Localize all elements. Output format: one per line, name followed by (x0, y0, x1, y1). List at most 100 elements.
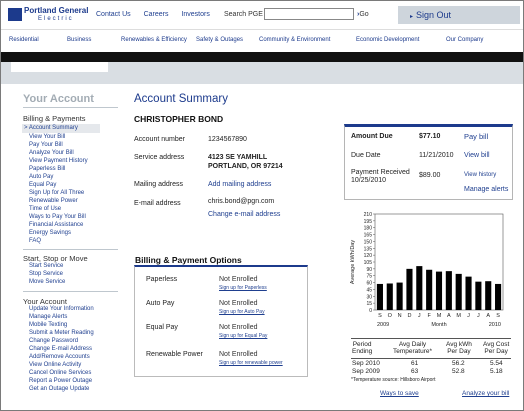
account-number-label: Account number (134, 136, 185, 143)
x-tick-label: J (467, 313, 470, 319)
sidebar-item-time-of-use[interactable]: Time of Use (29, 206, 61, 212)
add-mailing-address-link[interactable]: Add mailing address (208, 181, 271, 188)
sign-out-label: Sign Out (416, 10, 452, 20)
manage-alerts-link[interactable]: Manage alerts (464, 186, 508, 193)
view-bill-link[interactable]: View bill (464, 152, 490, 159)
y-tick-label: 15 (366, 301, 372, 307)
logo-mark-icon (8, 8, 22, 21)
view-history-link[interactable]: View history (464, 172, 496, 178)
sign-out-button[interactable]: ▸ Sign Out (398, 6, 520, 24)
table-header-rule (351, 358, 511, 359)
y-tick-label: 150 (364, 239, 373, 245)
sidebar-heading-billing: Billing & Payments (23, 114, 86, 123)
bar (426, 269, 433, 310)
service-address-line1: 4123 SE YAMHILL (208, 154, 268, 161)
ways-to-save-link[interactable]: Ways to save (380, 390, 419, 397)
sidebar-item-sign-up-all[interactable]: Sign Up for All Three (29, 190, 84, 196)
sidebar-item-analyze-bill[interactable]: Analyze Your Bill (29, 150, 74, 156)
logo-subtext: Electric (38, 16, 74, 22)
bar (485, 281, 492, 310)
banner-band (1, 62, 523, 84)
nav-renewables[interactable]: Renewables & Efficiency (121, 37, 187, 43)
sidebar-item-move-service[interactable]: Move Service (29, 279, 65, 285)
change-email-link[interactable]: Change e-mail address (208, 211, 280, 218)
careers-link[interactable]: Careers (144, 11, 169, 18)
sidebar-item-energy-savings[interactable]: Energy Savings (29, 230, 71, 236)
sidebar-item-paperless[interactable]: Paperless Bill (29, 166, 65, 172)
y-axis-label: Average kWh/Day (350, 240, 356, 284)
utility-links: Contact Us Careers Investors (96, 11, 221, 18)
equal-pay-signup-link[interactable]: Sign up for Equal Pay (219, 333, 267, 339)
sidebar-item-account-summary[interactable]: > Account Summary (22, 124, 100, 133)
sidebar-item-update-info[interactable]: Update Your Information (29, 306, 94, 312)
sidebar-item-pay-bill[interactable]: Pay Your Bill (29, 142, 63, 148)
sidebar-item-meter-reading[interactable]: Submit a Meter Reading (29, 330, 94, 336)
sidebar-item-stop-service[interactable]: Stop Service (29, 271, 63, 277)
investors-link[interactable]: Investors (181, 11, 209, 18)
equal-pay-status: Not Enrolled (219, 324, 258, 331)
x-tick-label: S (378, 313, 382, 319)
search-go-button[interactable]: ›Go (357, 11, 369, 18)
bar (455, 273, 462, 310)
nav-our-company[interactable]: Our Company (446, 37, 483, 43)
pay-bill-link[interactable]: Pay bill (464, 132, 488, 141)
renewable-power-label: Renewable Power (146, 351, 203, 358)
banner-notch (11, 62, 108, 72)
due-date-value: 11/21/2010 (419, 152, 454, 159)
sidebar-item-ways-to-pay[interactable]: Ways to Pay Your Bill (29, 214, 86, 220)
sidebar-item-equal-pay[interactable]: Equal Pay (29, 182, 56, 188)
sidebar-item-view-bill[interactable]: View Your Bill (29, 134, 65, 140)
sidebar-item-change-password[interactable]: Change Password (29, 338, 78, 344)
email-value: chris.bond@pgn.com (208, 198, 275, 205)
sidebar-item-faq[interactable]: FAQ (29, 238, 41, 244)
renewable-power-signup-link[interactable]: Sign up for renewable power (219, 360, 283, 366)
payment-amount-value: $89.00 (419, 172, 441, 179)
nav-safety[interactable]: Safety & Outages (196, 37, 243, 43)
x-tick-label: S (496, 313, 500, 319)
header-cost: Avg Cost Per Day (483, 341, 509, 355)
sidebar-item-change-email[interactable]: Change E-mail Address (29, 346, 92, 352)
sidebar-item-auto-pay[interactable]: Auto Pay (29, 174, 53, 180)
y-tick-label: 195 (364, 219, 373, 225)
nav-economic-development[interactable]: Economic Development (356, 37, 419, 43)
mailing-address-label: Mailing address (134, 181, 184, 188)
sidebar-divider (23, 249, 118, 250)
sidebar-item-mobile-texting[interactable]: Mobile Texting (29, 322, 67, 328)
x-tick-label: N (398, 313, 402, 319)
sidebar-item-manage-alerts[interactable]: Manage Alerts (29, 314, 67, 320)
header-period-line2: Ending (352, 348, 373, 355)
equal-pay-label: Equal Pay (146, 324, 178, 331)
row1-cost: 5.54 (490, 360, 503, 367)
bar (386, 283, 393, 310)
account-number-value: 1234567890 (208, 136, 247, 143)
page-title: Account Summary (134, 93, 228, 105)
header-temperature: Avg Daily Temperature* (393, 341, 432, 355)
table-top-rule (351, 338, 511, 339)
header-cost-line1: Avg Cost (483, 341, 510, 348)
sidebar-item-online-activity[interactable]: View Online Activity (29, 362, 81, 368)
bar (396, 282, 403, 310)
sidebar-item-start-service[interactable]: Start Service (29, 263, 63, 269)
sidebar-item-outage-update[interactable]: Get an Outage Update (29, 386, 89, 392)
sidebar-item-cancel-online[interactable]: Cancel Online Services (29, 370, 91, 376)
sidebar-item-financial-assistance[interactable]: Financial Assistance (29, 222, 83, 228)
paperless-signup-link[interactable]: Sign up for Paperless (219, 285, 267, 291)
nav-community[interactable]: Community & Environment (259, 37, 330, 43)
header-kwh-line2: Per Day (447, 348, 471, 355)
sidebar-item-renewable-power[interactable]: Renewable Power (29, 198, 78, 204)
x-tick-label: D (407, 313, 411, 319)
y-tick-label: 60 (366, 281, 372, 287)
sidebar-item-add-remove-accounts[interactable]: Add/Remove Accounts (29, 354, 90, 360)
sidebar-item-payment-history[interactable]: View Payment History (29, 158, 88, 164)
search-input[interactable] (264, 8, 354, 20)
auto-pay-signup-link[interactable]: Sign up for Auto Pay (219, 309, 265, 315)
nav-residential[interactable]: Residential (9, 37, 39, 43)
nav-business[interactable]: Business (67, 37, 91, 43)
service-address-label: Service address (134, 154, 185, 161)
analyze-your-bill-link[interactable]: Analyze your bill (462, 390, 509, 397)
header-period: Period Ending (352, 341, 372, 355)
sidebar-item-report-outage[interactable]: Report a Power Outage (29, 378, 92, 384)
bar (465, 276, 472, 310)
pge-logo[interactable]: Portland General Electric (8, 7, 88, 25)
contact-us-link[interactable]: Contact Us (96, 11, 131, 18)
